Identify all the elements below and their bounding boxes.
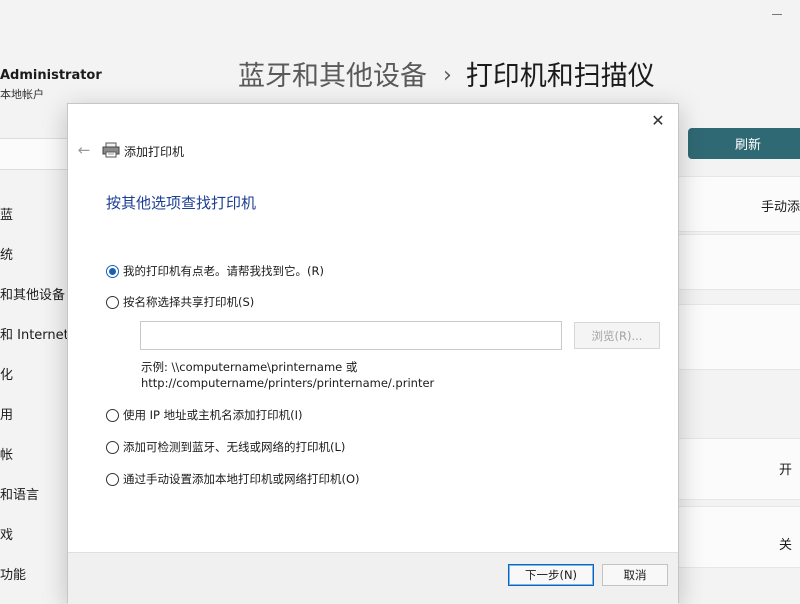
cancel-button[interactable]: 取消	[602, 564, 668, 586]
nav-item-gaming[interactable]: 戏	[0, 524, 13, 543]
radio-label: 添加可检测到蓝牙、无线或网络的打印机(L)	[123, 440, 346, 454]
printer-name-input[interactable]	[140, 321, 562, 350]
printer-icon	[102, 142, 120, 158]
radio-label: 使用 IP 地址或主机名添加打印机(I)	[123, 408, 303, 422]
refresh-button[interactable]: 刷新	[688, 128, 800, 159]
nav-item-personalization[interactable]: 化	[0, 364, 13, 383]
radio-label: 我的打印机有点老。请帮我找到它。(R)	[123, 264, 324, 278]
radio-option-ip-address[interactable]: 使用 IP 地址或主机名添加打印机(I)	[106, 406, 303, 424]
browse-button[interactable]: 浏览(R)...	[574, 322, 660, 349]
minimize-button[interactable]	[754, 0, 800, 28]
manual-add-link[interactable]: 手动添	[761, 196, 800, 215]
radio-button[interactable]	[106, 408, 119, 422]
add-device-card: 手动添	[676, 176, 800, 232]
nav-item-accessibility[interactable]: 功能	[0, 564, 26, 583]
nav-item-bluetooth-partial[interactable]: 蓝	[0, 204, 13, 223]
user-name: Administrator	[0, 68, 102, 83]
window-controls	[754, 0, 800, 28]
settings-card-toggle-off: 关	[676, 506, 800, 568]
radio-option-discoverable[interactable]: 添加可检测到蓝牙、无线或网络的打印机(L)	[106, 438, 345, 456]
settings-card	[676, 234, 800, 290]
nav-item-accounts[interactable]: 帐	[0, 444, 13, 463]
nav-item-system-partial[interactable]: 统	[0, 244, 13, 263]
breadcrumb-parent[interactable]: 蓝牙和其他设备	[238, 61, 427, 92]
nav-item-network-internet[interactable]: 和 Internet	[0, 324, 69, 343]
nav-item-apps[interactable]: 用	[0, 404, 13, 423]
radio-option-manual-settings[interactable]: 通过手动设置添加本地打印机或网络打印机(O)	[106, 470, 360, 488]
page-title: 打印机和扫描仪	[465, 61, 655, 92]
radio-button[interactable]	[106, 295, 119, 309]
radio-button[interactable]	[106, 440, 119, 454]
back-arrow-icon[interactable]: ←	[74, 140, 94, 160]
next-button[interactable]: 下一步(N)	[508, 564, 594, 586]
breadcrumb: 蓝牙和其他设备 › 打印机和扫描仪	[238, 54, 655, 93]
user-profile: Administrator 本地帐户	[0, 68, 102, 102]
dialog-title: 添加打印机	[124, 145, 185, 159]
close-icon[interactable]: ✕	[646, 109, 670, 133]
radio-option-older-printer[interactable]: 我的打印机有点老。请帮我找到它。(R)	[106, 262, 324, 280]
nav-item-bluetooth-devices[interactable]: 和其他设备	[0, 284, 65, 303]
dialog-heading: 按其他选项查找打印机	[106, 194, 257, 212]
settings-search-input[interactable]	[0, 138, 72, 170]
radio-button[interactable]	[106, 472, 119, 486]
example-text-line2: http://computername/printers/printername…	[141, 376, 435, 390]
add-printer-dialog: ✕ ← 添加打印机 按其他选项查找打印机 我的打印机有点老。请帮我找到它。(R)…	[67, 103, 679, 604]
user-account-type: 本地帐户	[0, 88, 44, 101]
radio-label: 按名称选择共享打印机(S)	[123, 295, 255, 309]
toggle-on-label: 开	[779, 463, 793, 478]
nav-item-time-language[interactable]: 和语言	[0, 484, 39, 503]
toggle-off-label: 关	[779, 538, 793, 553]
settings-card	[676, 304, 800, 370]
settings-card-toggle-on: 开	[676, 438, 800, 500]
example-text-line1: 示例: \\computername\printername 或	[141, 360, 358, 374]
radio-label: 通过手动设置添加本地打印机或网络打印机(O)	[123, 472, 360, 486]
radio-option-shared-by-name[interactable]: 按名称选择共享打印机(S)	[106, 293, 254, 311]
radio-button-checked[interactable]	[106, 264, 119, 278]
breadcrumb-separator: ›	[443, 63, 452, 88]
